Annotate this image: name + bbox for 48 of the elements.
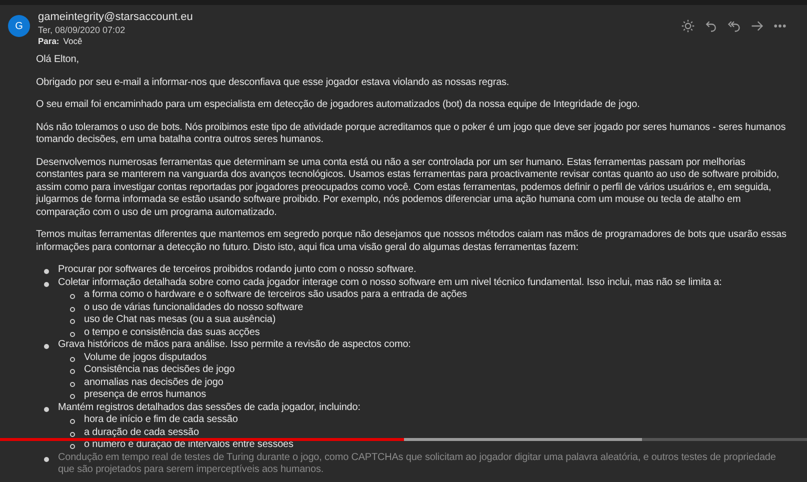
list-item-text: Procurar por softwares de terceiros proibidos rodando junto com o nosso software. xyxy=(58,264,416,276)
reply-all-icon[interactable] xyxy=(727,19,741,33)
bullet-icon xyxy=(70,419,75,424)
progress-track[interactable] xyxy=(0,438,807,441)
list-item-text: uso de Chat nas mesas (ou a sua ausência) xyxy=(84,314,276,326)
bullet-icon xyxy=(44,456,49,462)
recipient: Você xyxy=(63,36,82,47)
list-item-text: Coletar informação detalhada sobre como cada jogador interage com o nosso software em um nivel técnico fundamental. Isso inclui, mas não se limita a: xyxy=(58,276,722,289)
list-item-text: a forma como o hardware e o software de terceiros são usados para a entrada de ações xyxy=(84,289,467,302)
reply-icon[interactable] xyxy=(704,19,718,33)
list-item-text: o tempo e consistência das suas acções xyxy=(84,326,260,339)
bullet-icon xyxy=(70,319,75,324)
bullet-icon xyxy=(44,344,49,349)
bullet-icon xyxy=(44,269,49,274)
list-item-text: hora de início e fim de cada sessão xyxy=(84,414,238,426)
bullet-icon xyxy=(70,369,75,374)
paragraph: Temos muitas ferramentas diferentes que mantemos em segredo porque não desejamos que nossos métodos caiam nas mãos de programadores de bots que usarão essas informações para contornar a detecção no futuro. Disto isto, aqui fica uma visão geral do algumas destas ferramentas fazem: xyxy=(36,229,788,254)
list-item-text: anomalias nas decisões de jogo xyxy=(84,376,224,389)
list-item-text: Mantém registros detalhados das sessões de cada jogador, incluindo: xyxy=(58,402,360,414)
bullet-icon xyxy=(70,394,75,399)
list-item-text: presença de erros humanos xyxy=(84,389,206,402)
sent-date: Ter, 08/09/2020 07:02 xyxy=(38,24,126,36)
list-item-text: o número e duração de intervalos entre sessões xyxy=(84,439,294,452)
list-item-text: Grava históricos de mãos para análise. Isso permite a revisão de aspectos como: xyxy=(58,339,411,352)
list-item-text: Condução em tempo real de testes de Turing durante o jogo, como CAPTCHAs que solicitam ao jogador digitar uma palavra aleatória, e outros testes de propriedade que são projetados para serem imperceptíveis aos humanos. xyxy=(58,452,777,476)
brightness-icon[interactable] xyxy=(681,19,695,33)
bullet-icon xyxy=(70,332,75,336)
sender-address: gameintegrity@starsaccount.eu xyxy=(38,11,194,24)
bullet-icon xyxy=(70,444,75,449)
paragraph: Obrigado por seu e-mail a informar-nos que desconfiava que esse jogador estava violando as nossas regras. xyxy=(36,76,510,89)
paragraph: Nós não toleramos o uso de bots. Nós proibimos este tipo de atividade porque acreditamos que o poker é um jogo que deve ser jogado por seres humanos - seres humanos tomando decisões, em uma batalha contra outros seres humanos. xyxy=(36,122,787,146)
paragraph: O seu email foi encaminhado para um especialista em detecção de jogadores automatizados (bot) da nossa equipe de Integridade de jogo. xyxy=(36,99,641,112)
greeting: Olá Elton, xyxy=(36,54,80,66)
bullet-icon xyxy=(70,432,75,436)
bullet-icon xyxy=(44,406,49,412)
list-item-text: Consistência nas decisões de jogo xyxy=(84,364,235,376)
bullet-icon xyxy=(44,282,49,286)
list-item-text: Volume de jogos disputados xyxy=(84,352,206,364)
forward-icon[interactable] xyxy=(750,19,764,33)
paragraph: Desenvolvemos numerosas ferramentas que determinam se uma conta está ou não a ser controlada por um ser humano. Estas ferramentas passam por melhorias constantes para se manterem na vanguarda dos avanços tecnológicos. Usamos estas ferramentas para proactivamente revisar contas quanto ao uso de software proibido, assim como para investigar contas reportadas por jogadores preocupados como você. Com estas ferramentas, podemos definir o perfil de vários usuários e, em seguida, julgarmos de forma informada se estão usando software proibido. Por exemplo, nós podemos diferenciar uma ação humana com um mouse ou tecla de atalho em comparação com o uso de um programa automatizado. xyxy=(36,156,780,219)
list-item-text: a duração de cada sessão xyxy=(84,426,199,439)
bullet-icon xyxy=(70,294,75,299)
to-label: Para: xyxy=(38,36,60,47)
bullet-icon xyxy=(70,306,75,312)
bullet-icon xyxy=(70,382,75,386)
sender-avatar: G xyxy=(8,15,30,37)
bullet-icon xyxy=(70,356,75,362)
list-item-text: o uso de várias funcionalidades do nosso software xyxy=(84,302,304,314)
